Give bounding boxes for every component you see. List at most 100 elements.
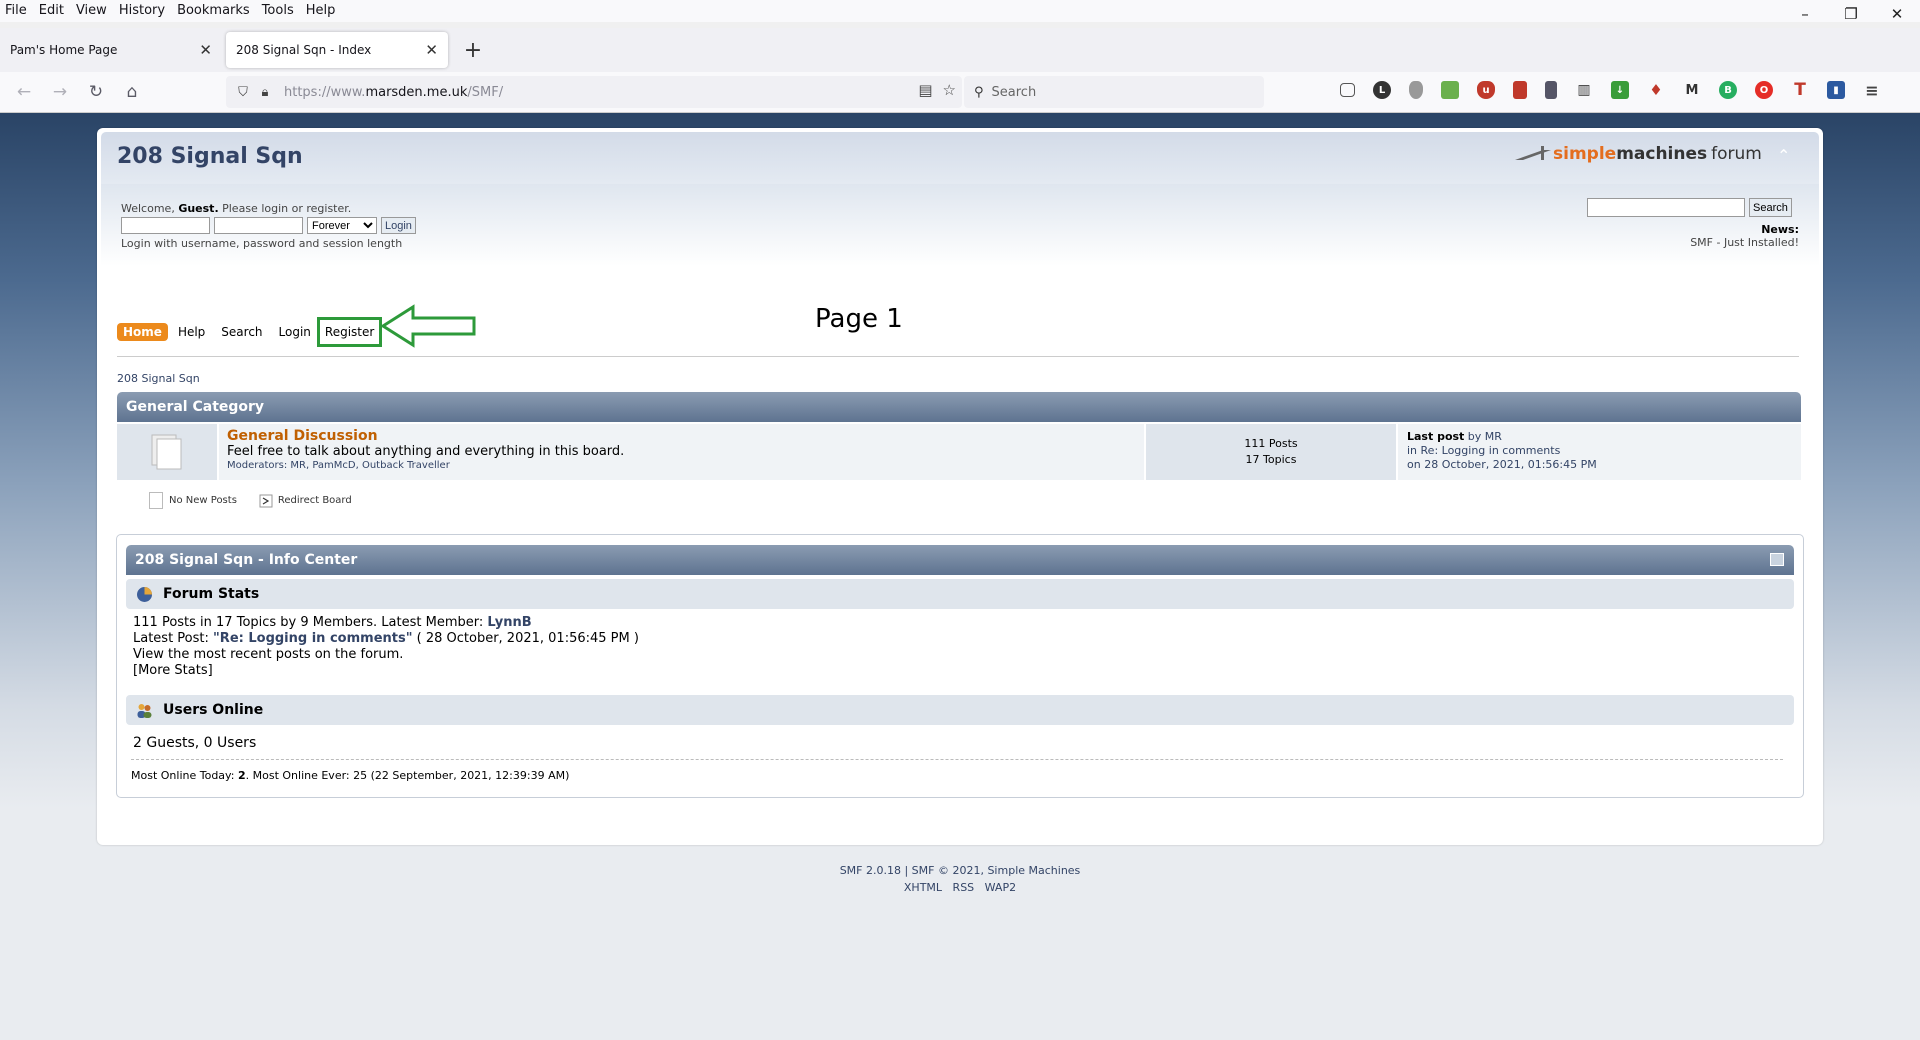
close-tab-icon[interactable]: ✕ [425,41,438,59]
news-block: News: SMF - Just Installed! [1690,223,1799,249]
menu-tools[interactable]: Tools [256,1,300,21]
recent-posts-link[interactable]: View the most recent posts on the forum. [133,647,639,663]
users-online-heading: Users Online [163,702,264,718]
menu-login-link[interactable]: Login [273,323,317,341]
ublock-icon[interactable]: u [1477,81,1495,99]
opera-icon[interactable]: O [1755,81,1773,99]
latest-post-link[interactable]: "Re: Logging in comments" [213,631,412,646]
page-viewport: 208 Signal Sqn simple machines forum ⌃ Wel… [0,113,1920,1040]
users-online-icon [137,703,152,718]
menu-home[interactable]: Home [117,323,168,341]
t-icon[interactable]: T [1791,80,1809,100]
hamburger-menu-icon[interactable]: ≡ [1863,81,1881,100]
more-stats-link[interactable]: [More Stats] [133,663,639,679]
menu-help-link[interactable]: Help [172,323,211,341]
breadcrumb[interactable]: 208 Signal Sqn [117,372,200,385]
login-button[interactable]: Login [381,217,416,234]
search-icon: ⚲ [974,84,984,100]
tab-pams-home-page[interactable]: Pam's Home Page ✕ [0,32,222,68]
info-center-header: 208 Signal Sqn - Info Center [126,545,1794,575]
address-bar[interactable]: ⛉ 🔒︎ https://www.marsden.me.uk/SMF/ ▤ ☆ [226,76,962,108]
footer-copyright[interactable]: SMF 2.0.18 | SMF © 2021, Simple Machines [0,862,1920,879]
board-topics: 17 Topics [1245,453,1297,466]
pin-icon[interactable]: ♦ [1647,81,1665,99]
smf-logo[interactable]: simple machines forum [1513,142,1762,166]
no-new-posts-legend-icon [149,492,163,509]
forward-button[interactable]: → [42,77,78,107]
forum-title[interactable]: 208 Signal Sqn [117,144,303,169]
board-row: General Discussion Feel free to talk abo… [117,424,1801,480]
board-moderators[interactable]: Moderators: MR, PamMcD, Outback Travelle… [227,460,1136,471]
new-tab-button[interactable]: + [460,38,486,63]
forum-search-input[interactable] [1587,198,1745,217]
flag-icon[interactable]: ▮ [1827,81,1845,99]
news-label: News: [1761,223,1799,236]
stats-pie-icon [137,586,152,602]
m-icon[interactable]: M [1683,81,1701,99]
menu-register-link[interactable]: Register [316,317,383,347]
url-text[interactable]: https://www.marsden.me.uk/SMF/ [284,85,503,100]
minimize-button[interactable]: – [1782,0,1828,28]
pdf-icon[interactable] [1513,81,1527,99]
board-description: Feel free to talk about anything and eve… [227,444,625,459]
close-tab-icon[interactable]: ✕ [199,41,212,59]
frog-icon[interactable] [1441,81,1459,99]
menu-search-link[interactable]: Search [215,323,268,341]
password-field[interactable] [214,217,303,234]
back-button[interactable]: ← [6,77,42,107]
forum-stats-text: 111 Posts in 17 Topics by 9 Members. Lat… [133,615,639,679]
menu-history[interactable]: History [113,1,171,21]
users-online-header: Users Online [126,695,1794,725]
session-length-select[interactable]: Forever [307,217,377,234]
last-post-date: on 28 October, 2021, 01:56:45 PM [1407,458,1597,471]
list-ext-icon[interactable] [1545,81,1557,99]
pocket-icon[interactable] [1340,83,1355,97]
latest-member-link[interactable]: LynnB [487,615,531,630]
tab-title: Pam's Home Page [10,43,118,57]
reload-button[interactable]: ↻ [78,77,114,107]
tab-signal-sqn-index[interactable]: 208 Signal Sqn - Index ✕ [226,32,448,68]
forum-search-button[interactable]: Search [1749,198,1792,217]
reader-view-icon[interactable]: ▤ [918,81,932,99]
forum-stats-header: Forum Stats [126,579,1794,609]
footer-xhtml-link[interactable]: XHTML [904,881,942,894]
collapse-toggle-icon[interactable] [1770,553,1784,566]
menu-file[interactable]: File [0,1,33,21]
browser-search-input[interactable]: ⚲ Search [964,76,1264,108]
annotation-arrow-icon [381,304,476,348]
divider [117,356,1799,357]
forum-footer: SMF 2.0.18 | SMF © 2021, Simple Machines… [0,862,1920,896]
footer-wap2-link[interactable]: WAP2 [985,881,1016,894]
user-section: Welcome, Guest. Please login or register… [101,184,1819,266]
last-post-by[interactable]: by MR [1464,430,1502,443]
board-last-post: Last post by MR in Re: Logging in commen… [1398,424,1801,480]
redirect-board-icon [259,494,273,507]
collapse-header-icon[interactable]: ⌃ [1777,146,1790,165]
menu-bookmarks[interactable]: Bookmarks [171,1,256,21]
board-stats: 111 Posts 17 Topics [1146,424,1396,480]
no-new-posts-icon[interactable] [150,433,184,471]
restore-button[interactable]: ❐ [1828,0,1874,28]
lock-icon[interactable]: 🔒︎ [254,81,276,103]
forum-header: 208 Signal Sqn simple machines forum ⌃ [101,132,1819,184]
lastpass-icon[interactable]: L [1373,81,1391,99]
board-name[interactable]: General Discussion [227,428,1136,444]
home-button[interactable]: ⌂ [114,77,150,107]
download-badge-icon[interactable]: ↓ [1611,81,1629,99]
tracking-shield-icon[interactable]: ⛉ [232,81,254,103]
piano-icon[interactable]: ▥ [1575,81,1593,99]
menu-view[interactable]: View [70,1,113,21]
smf-logo-mark-icon [1515,146,1551,160]
board-legend: No New Posts Redirect Board [149,492,374,509]
shield-ext-icon[interactable] [1409,81,1423,99]
menu-edit[interactable]: Edit [33,1,70,21]
menu-help[interactable]: Help [300,1,342,21]
bookmark-star-icon[interactable]: ☆ [943,81,956,99]
last-post-topic[interactable]: in Re: Logging in comments [1407,444,1792,458]
username-field[interactable] [121,217,210,234]
close-window-button[interactable]: ✕ [1874,0,1920,28]
footer-rss-link[interactable]: RSS [953,881,975,894]
b-plus-icon[interactable]: B [1719,81,1737,99]
category-header[interactable]: General Category [117,392,1801,422]
extensions-toolbar: L u ▥ ↓ ♦ M B O T ▮ ≡ [1340,80,1899,100]
